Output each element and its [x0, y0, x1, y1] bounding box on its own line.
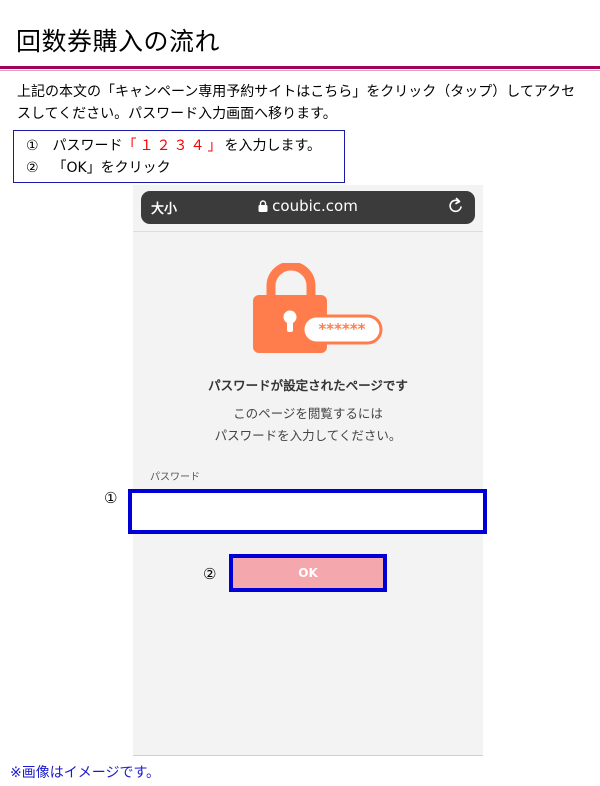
password-lock-icon: ****** — [253, 263, 383, 353]
password-input[interactable] — [128, 489, 487, 534]
masked-password: ****** — [318, 320, 365, 338]
title-underline — [0, 66, 600, 69]
url-domain-text: coubic.com — [272, 197, 358, 215]
phone-screenshot: 大小 coubic.com ****** パスワードが設定されたページです この… — [128, 185, 487, 756]
marker-1: ① — [104, 489, 118, 507]
title-underline-light — [0, 70, 600, 71]
password-label: パスワード — [150, 472, 200, 483]
lock-icon — [258, 200, 268, 212]
browser-url-bar[interactable]: 大小 coubic.com — [141, 191, 475, 224]
description-line-2: パスワードを入力してください。 — [214, 428, 402, 443]
url-domain[interactable]: coubic.com — [141, 197, 475, 215]
protected-page-description: このページを閲覧するには パスワードを入力してください。 — [133, 403, 483, 447]
step-1-suffix: を入力します。 — [224, 138, 322, 154]
page-title: 回数券購入の流れ — [16, 27, 221, 56]
instructions-box: ① パスワード「１２３４」を入力します。 ② 「OK」をクリック — [13, 130, 345, 183]
protected-page-heading: パスワードが設定されたページです — [208, 378, 408, 393]
reload-icon[interactable] — [447, 196, 465, 216]
step-2-text: 「OK」をクリック — [52, 160, 171, 176]
image-note: ※画像はイメージです。 — [10, 765, 161, 781]
marker-2: ② — [203, 565, 217, 583]
step-1-password: 「１２３４」 — [122, 138, 225, 154]
step-1-number: ① — [26, 138, 39, 154]
step-2: ② 「OK」をクリック — [26, 157, 344, 179]
step-2-number: ② — [26, 160, 39, 176]
ok-button[interactable]: OK — [229, 554, 387, 592]
header-divider — [133, 231, 483, 232]
intro-text: 上記の本文の「キャンペーン専用予約サイトはこちら」をクリック（タップ）してアクセ… — [17, 84, 576, 122]
description-line-1: このページを閲覧するには — [233, 406, 383, 421]
step-1-prefix: パスワード — [52, 138, 123, 154]
step-1: ① パスワード「１２３４」を入力します。 — [26, 135, 344, 157]
